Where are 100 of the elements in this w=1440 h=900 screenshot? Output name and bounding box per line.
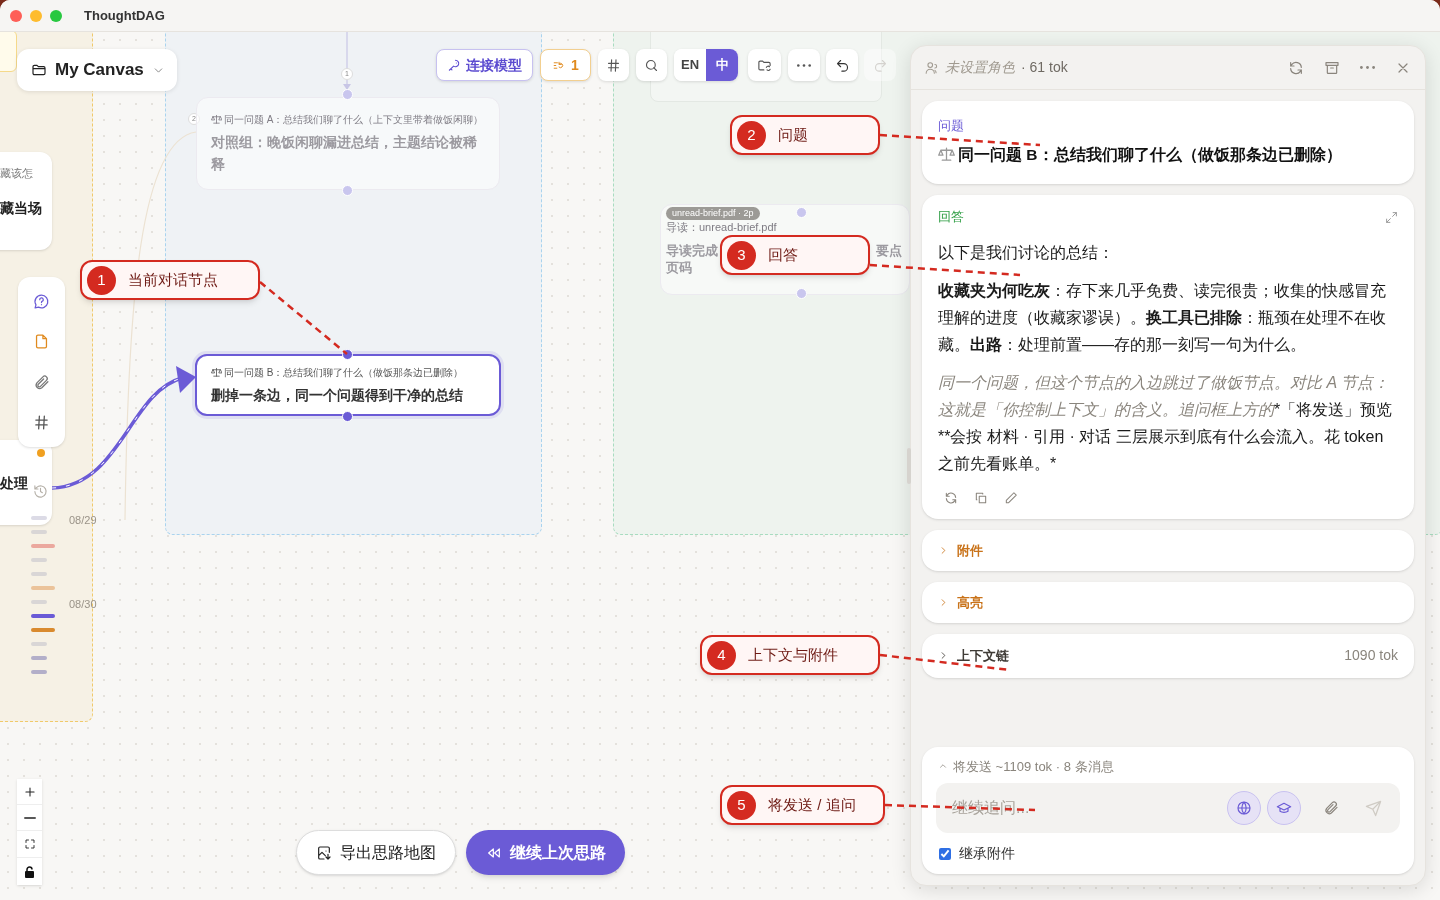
canvas-selector[interactable]: My Canvas [17,49,177,91]
node-title: 要点 [876,242,902,260]
node-handle[interactable] [795,287,807,299]
callout-number: 1 [87,265,116,295]
key-icon [447,58,461,72]
node-question: 同一问题 A：总结我们聊了什么（上下文里带着做饭闲聊） [224,113,484,127]
attach-button[interactable] [33,373,50,391]
history-icon [33,484,48,499]
search-icon [644,57,659,73]
refresh-icon [1288,59,1304,76]
node-handle[interactable] [341,348,353,360]
node-question: 藏该怎 [0,166,33,181]
node-handle[interactable] [795,206,807,218]
timeline-date: 08/29 [69,513,97,528]
frame-tool-button[interactable] [598,49,629,81]
regenerate-button[interactable] [944,490,958,505]
refresh-button[interactable] [1288,59,1304,76]
connect-model-button[interactable]: 连接模型 [436,49,533,81]
continue-button[interactable]: 继续上次思路 [466,830,625,875]
more-icon [1360,66,1375,69]
archive-button[interactable] [1324,59,1340,76]
edge-arrow [342,32,352,91]
canvas-node[interactable]: 同一问题 A：总结我们聊了什么（上下文里带着做饭闲聊） 对照组：晚饭闲聊漏进总结，主题结论被稀释 [196,97,500,190]
role-label[interactable]: 未设置角色 [945,57,1015,78]
inherit-checkbox[interactable] [939,847,951,860]
more-button[interactable] [788,49,820,81]
more-icon [797,63,811,67]
paperclip-icon [33,373,50,391]
collapsible-section[interactable]: 附件 [922,529,1414,571]
node-title: 对照组：晚饭闲聊漏进总结，主题结论被稀释 [211,133,478,174]
language-option[interactable]: EN [674,49,706,81]
node-handle[interactable] [341,184,353,196]
expand-icon [1385,210,1398,224]
node-title: 导读完成 [666,242,718,260]
callout-label: 将发送 / 追问 [768,794,856,815]
undo-button[interactable] [826,49,858,81]
scale-icon [211,114,222,125]
export-button[interactable]: 导出思路地图 [296,830,456,875]
fit-view-icon [23,838,36,850]
attach-button[interactable] [1323,800,1339,816]
file-node-button[interactable] [33,333,50,351]
callout-label: 回答 [768,244,798,265]
language-option[interactable]: 中 [706,49,738,81]
copy-icon [974,490,988,505]
timeline-mark[interactable] [31,614,55,618]
history-button[interactable] [33,484,48,499]
timeline-date: 08/30 [69,597,97,612]
hash-icon [33,414,50,432]
file-icon [33,333,50,351]
callout-number: 2 [737,120,766,150]
node-handle[interactable] [341,410,353,422]
undo-icon [834,57,850,73]
callout-label: 问题 [778,124,808,145]
maximize-window-button[interactable] [50,9,62,22]
pending-button[interactable]: 1 [540,49,591,81]
pencil-icon [1004,490,1018,505]
plus-icon [22,784,37,799]
node-title: 藏当场 [0,199,42,218]
tutor-button[interactable] [1267,791,1301,825]
close-window-button[interactable] [10,9,22,22]
token-count: · 61 tok [1021,58,1068,77]
image-download-icon [316,844,332,861]
search-button[interactable] [636,49,667,81]
archive-icon [1324,59,1340,76]
collapsible-section[interactable]: 高亮 [922,581,1414,623]
node-handle[interactable] [341,88,353,100]
edit-button[interactable] [1004,490,1018,505]
redo-icon [872,57,888,73]
answer-paragraph: 以下是我们讨论的总结： [938,242,1115,263]
canvas-node[interactable]: 同一问题 B：总结我们聊了什么（做饭那条边已删除） 删掉一条边，同一个问题得到干净的总结 [195,354,501,416]
node-title: 处理 [0,474,28,493]
collapsible-section[interactable]: 上下文链 1090 tok [922,633,1414,678]
lock-icon [24,865,35,878]
more-button[interactable] [1360,66,1375,69]
question-bubble-icon [33,292,50,310]
send-preview-toggle[interactable]: 将发送 ~1109 tok · 8 条消息 [938,756,1114,776]
folder-icon [31,62,47,78]
expand-button[interactable] [1385,210,1398,224]
callout-number: 3 [727,240,756,270]
question-node-button[interactable] [33,292,50,310]
timeline-mark[interactable] [31,656,47,660]
file-tag: unread-brief.pdf · 2p [666,207,760,220]
minimize-window-button[interactable] [30,9,42,22]
timeline-mark[interactable] [31,670,47,674]
callout-label: 上下文与附件 [748,644,838,665]
node-title: 删掉一条边，同一个问题得到干净的总结 [211,385,464,405]
timeline-mark[interactable] [31,544,55,548]
globe-icon [1236,800,1252,816]
callout-label: 当前对话节点 [128,269,218,290]
timeline-mark[interactable] [31,628,55,632]
web-search-button[interactable] [1227,791,1261,825]
copy-button[interactable] [974,490,988,505]
section-label: 问题 [938,118,964,133]
window-title: ThoughtDAG [84,6,165,25]
paperclip-icon [1323,800,1339,816]
frame-button[interactable] [33,414,50,432]
section-label: 回答 [938,208,964,227]
folder-sync-icon [757,57,772,73]
hash-icon [606,57,621,73]
folder-sync-button[interactable] [748,49,781,81]
